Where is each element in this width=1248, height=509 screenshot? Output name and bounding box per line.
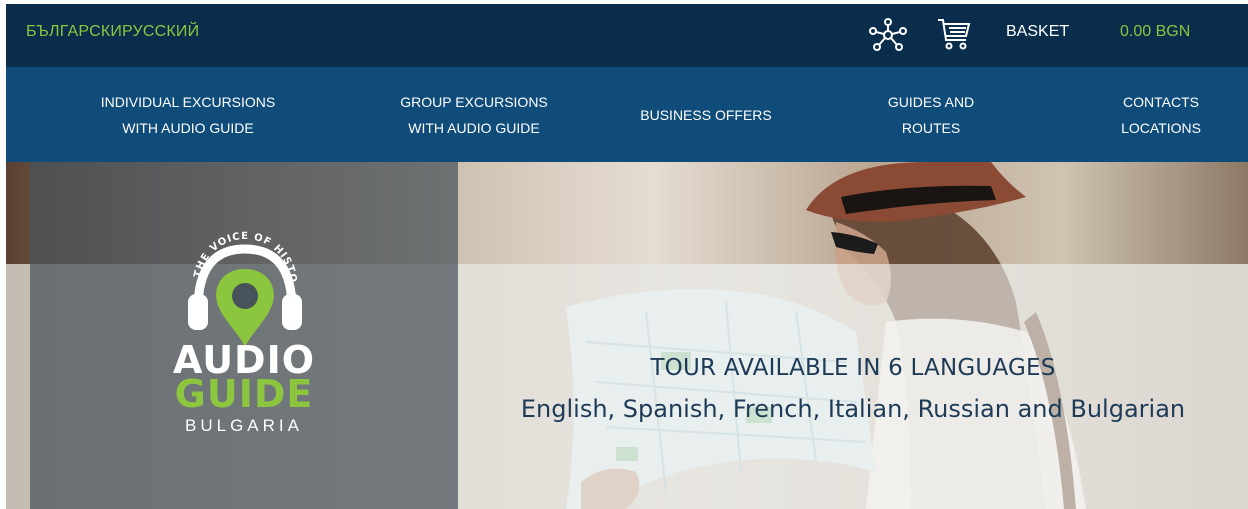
nav-item-label-line1: CONTACTS xyxy=(1123,93,1199,110)
tour-languages-heading: TOUR AVAILABLE IN 6 LANGUAGES xyxy=(650,355,1056,381)
nav-item-label-line1: GUIDES AND xyxy=(887,93,975,110)
tour-languages-list: English, Spanish, French, Italian, Russi… xyxy=(520,395,1186,423)
nav-item-label-line2: WITH AUDIO GUIDE xyxy=(408,119,540,136)
basket-total[interactable]: 0.00 BGN xyxy=(1120,23,1190,41)
nav-item-contacts-locations[interactable]: CONTACTS LOCATIONS xyxy=(1076,67,1246,162)
hero-banner: THE VOICE OF HISTORY AUDIO GUIDE BULGARI… xyxy=(6,162,1248,509)
language-link-bulgarian[interactable]: БЪЛГАРСКИ xyxy=(26,23,122,41)
nav-item-group-excursions[interactable]: GROUP EXCURSIONS WITH AUDIO GUIDE xyxy=(364,67,584,162)
nav-item-label-line2: LOCATIONS xyxy=(1121,119,1201,136)
logo-word-guide: GUIDE xyxy=(174,372,314,416)
nav-item-label-line1: BUSINESS OFFERS xyxy=(640,106,772,123)
cart-icon[interactable] xyxy=(936,16,972,52)
nav-item-label-line1: INDIVIDUAL EXCURSIONS xyxy=(100,93,276,110)
network-icon[interactable] xyxy=(867,18,909,52)
audio-guide-logo-icon[interactable]: THE VOICE OF HISTORY xyxy=(180,214,310,349)
main-nav: INDIVIDUAL EXCURSIONS WITH AUDIO GUIDE G… xyxy=(6,67,1248,162)
nav-item-guides-and-routes[interactable]: GUIDES AND ROUTES xyxy=(836,67,1026,162)
logo-panel: THE VOICE OF HISTORY AUDIO GUIDE BULGARI… xyxy=(30,162,458,509)
basket-link[interactable]: BASKET xyxy=(1006,23,1069,41)
top-bar: БЪЛГАРСКИ РУССКИЙ BASKET 0.00 BGN xyxy=(6,4,1248,67)
nav-item-business-offers[interactable]: BUSINESS OFFERS xyxy=(616,67,796,162)
nav-item-individual-excursions[interactable]: INDIVIDUAL EXCURSIONS WITH AUDIO GUIDE xyxy=(78,67,298,162)
nav-item-label-line2: ROUTES xyxy=(901,119,961,136)
page-frame: БЪЛГАРСКИ РУССКИЙ BASKET 0.00 BGN INDIVI… xyxy=(6,4,1248,509)
logo-country: BULGARIA xyxy=(185,416,303,435)
language-link-russian[interactable]: РУССКИЙ xyxy=(122,23,199,41)
nav-item-label-line1: GROUP EXCURSIONS xyxy=(400,93,548,110)
nav-item-label-line2: WITH AUDIO GUIDE xyxy=(122,119,254,136)
